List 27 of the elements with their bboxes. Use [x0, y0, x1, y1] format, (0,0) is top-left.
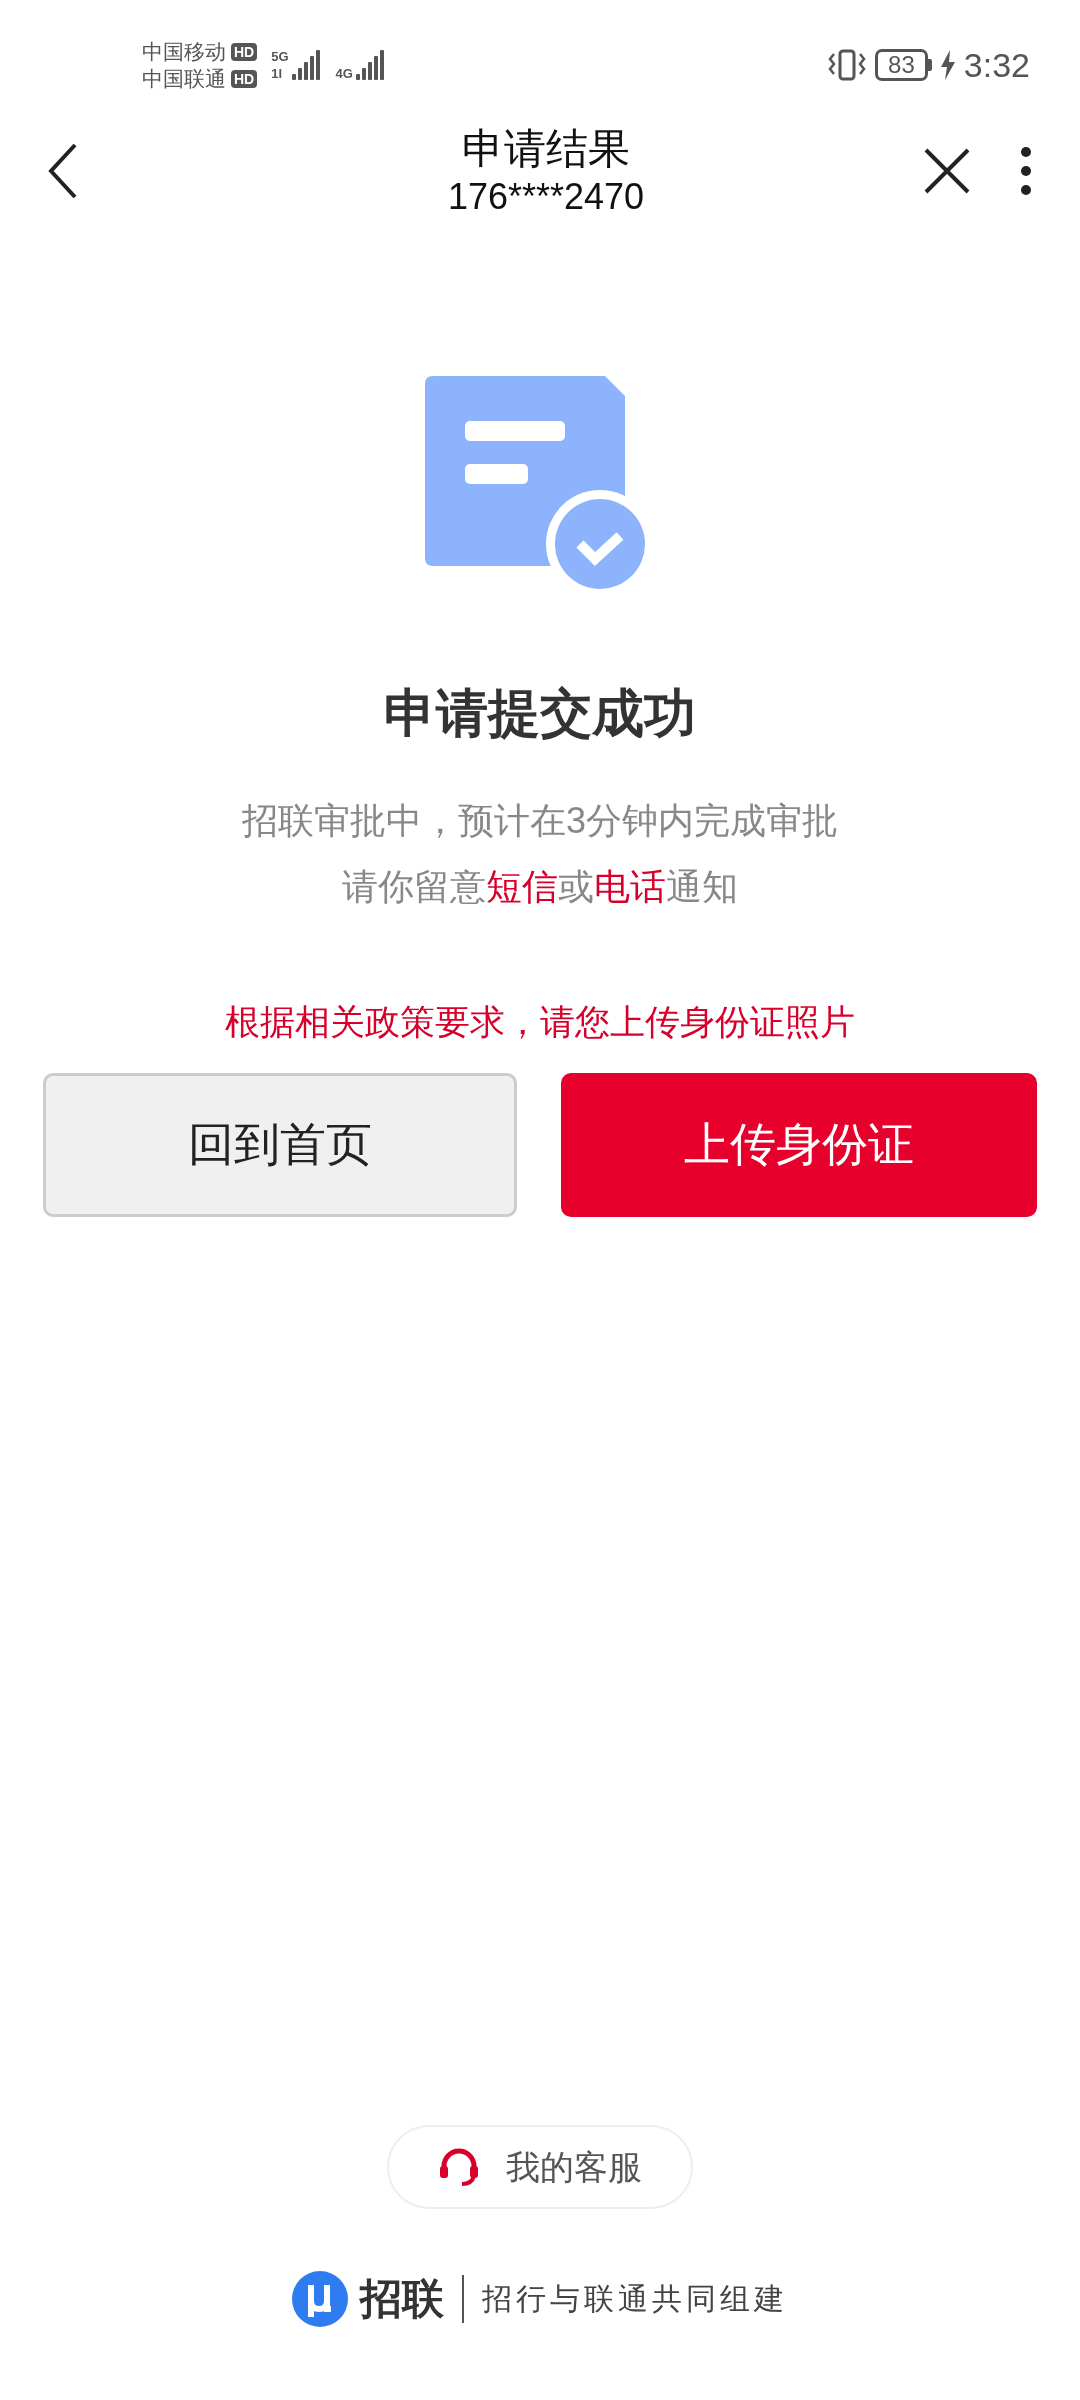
network-label: 4G [335, 67, 353, 80]
result-title: 申请提交成功 [384, 683, 696, 744]
network-label: 5G [271, 50, 289, 63]
carrier-name: 中国联通 [142, 68, 226, 89]
logo-icon [292, 2270, 348, 2327]
brand-name: 招联 [360, 2274, 444, 2324]
hd-badge: HD [231, 42, 258, 61]
home-button[interactable]: 回到首页 [43, 1072, 517, 1217]
customer-service-button[interactable]: 我的客服 [387, 2125, 693, 2209]
carrier-name: 中国移动 [142, 41, 226, 62]
status-message: 请你留意短信或电话通知 [342, 865, 738, 909]
signal-icon [291, 50, 322, 80]
status-message: 招联审批中，预计在3分钟内完成审批 [242, 799, 838, 843]
vibrate-icon [827, 48, 868, 82]
policy-notice: 根据相关政策要求，请您上传身份证照片 [225, 1001, 855, 1043]
battery-indicator: 83 [875, 49, 928, 81]
more-button[interactable] [1020, 146, 1032, 196]
page-title: 申请结果 [462, 124, 630, 174]
headset-icon [438, 2146, 480, 2188]
close-button[interactable] [924, 148, 970, 194]
network-label: 1l [271, 67, 284, 80]
clock-time: 3:32 [963, 44, 1030, 86]
signal-icon [355, 50, 386, 80]
upload-id-button[interactable]: 上传身份证 [561, 1072, 1037, 1217]
hd-badge: HD [231, 69, 258, 88]
brand-tagline: 招行与联通共同组建 [482, 2281, 788, 2317]
phone-number: 176****2470 [447, 175, 645, 219]
